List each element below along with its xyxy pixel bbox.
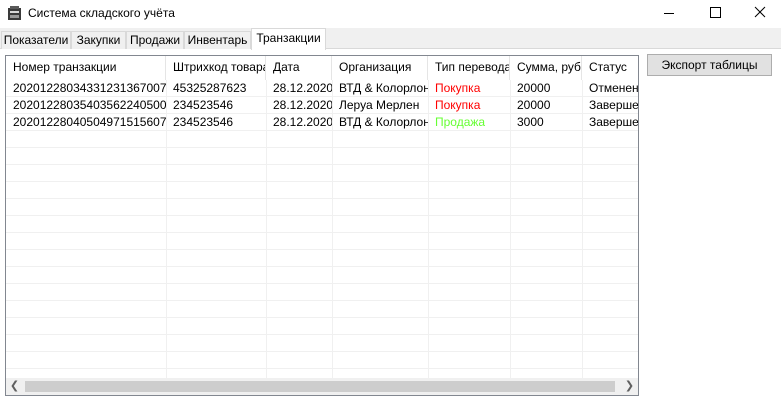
empty-table-row[interactable]	[6, 267, 638, 284]
maximize-icon	[710, 7, 721, 18]
scrollbar-thumb[interactable]	[25, 381, 615, 392]
empty-table-row[interactable]	[6, 301, 638, 318]
tab-indicators[interactable]: Показатели	[1, 31, 71, 49]
empty-table-row[interactable]	[6, 148, 638, 165]
title-bar: Система складского учёта	[0, 0, 781, 28]
empty-table-row[interactable]	[6, 335, 638, 352]
table-cell: ВТД & Колорлон	[339, 115, 428, 129]
transactions-table[interactable]: Номер транзакции Штрихкод товара Дата Ор…	[5, 55, 639, 396]
export-table-button[interactable]: Экспорт таблицы	[647, 54, 772, 76]
table-cell: Покупка	[435, 81, 481, 95]
column-header-barcode[interactable]: Штрихкод товара	[166, 56, 266, 80]
empty-table-row[interactable]	[6, 182, 638, 199]
table-row[interactable]: 20201228034331231367007000 45325287623 28.…	[6, 80, 638, 97]
maximize-button[interactable]	[692, 0, 738, 28]
table-cell: 20201228035403562240500700	[13, 98, 166, 112]
table-cell: 28.12.2020	[273, 115, 332, 129]
empty-table-row[interactable]	[6, 199, 638, 216]
table-cell: 45325287623	[173, 81, 247, 95]
column-header-organization[interactable]: Организация	[332, 56, 428, 80]
empty-table-row[interactable]	[6, 165, 638, 182]
empty-table-row[interactable]	[6, 131, 638, 148]
table-cell: 234523546	[173, 115, 234, 129]
scroll-right-icon[interactable]: ❯	[621, 378, 638, 395]
tab-purchases[interactable]: Закупки	[71, 31, 126, 49]
tab-sales[interactable]: Продажи	[126, 31, 184, 49]
empty-table-row[interactable]	[6, 216, 638, 233]
close-button[interactable]	[738, 0, 781, 28]
table-row[interactable]: 20201228035403562240500700 234523546 28.12…	[6, 97, 638, 114]
column-header-date[interactable]: Дата	[266, 56, 332, 80]
close-icon	[754, 6, 766, 18]
empty-table-row[interactable]	[6, 284, 638, 301]
table-cell: 20000	[517, 98, 551, 112]
empty-table-row[interactable]	[6, 369, 638, 378]
tab-transactions[interactable]: Транзакции	[251, 28, 326, 50]
table-cell: 234523546	[173, 98, 234, 112]
column-header-transaction-number[interactable]: Номер транзакции	[6, 56, 166, 80]
minimize-button[interactable]	[646, 0, 692, 28]
table-cell: Продажа	[435, 115, 486, 129]
empty-table-row[interactable]	[6, 250, 638, 267]
minimize-icon	[664, 13, 674, 14]
empty-table-row[interactable]	[6, 318, 638, 335]
table-row[interactable]: 20201228040504971515607000 234523546 28.12…	[6, 114, 638, 131]
table-cell: Леруа Мерлен	[339, 98, 420, 112]
window-title: Система складского учёта	[28, 6, 175, 20]
database-icon	[7, 5, 22, 21]
table-cell: 20201228040504971515607000	[13, 115, 166, 129]
scroll-left-icon[interactable]: ❮	[6, 378, 23, 395]
table-cell: Отменено	[589, 81, 638, 95]
column-header-amount[interactable]: Сумма, руб.	[510, 56, 582, 80]
table-cell: Завершено	[589, 98, 638, 112]
table-cell: 28.12.2020	[273, 98, 332, 112]
empty-table-row[interactable]	[6, 352, 638, 369]
horizontal-scrollbar[interactable]: ❮ ❯	[6, 378, 638, 395]
column-header-status[interactable]: Статус	[582, 56, 638, 80]
table-cell: 20201228034331231367007000	[13, 81, 166, 95]
table-cell: 28.12.2020	[273, 81, 332, 95]
empty-table-row[interactable]	[6, 233, 638, 250]
table-cell: 20000	[517, 81, 551, 95]
table-cell: Завершено	[589, 115, 638, 129]
tab-inventory[interactable]: Инвентарь	[184, 31, 251, 49]
table-body: Номер транзакции Штрихкод товара Дата Ор…	[6, 56, 638, 378]
table-cell: 3000	[517, 115, 544, 129]
table-cell: Покупка	[435, 98, 481, 112]
column-header-transfer-type[interactable]: Тип перевода	[428, 56, 510, 80]
tab-strip: Показатели Закупки Продажи Инвентарь Тра…	[0, 28, 781, 50]
table-cell: ВТД & Колорлон	[339, 81, 428, 95]
